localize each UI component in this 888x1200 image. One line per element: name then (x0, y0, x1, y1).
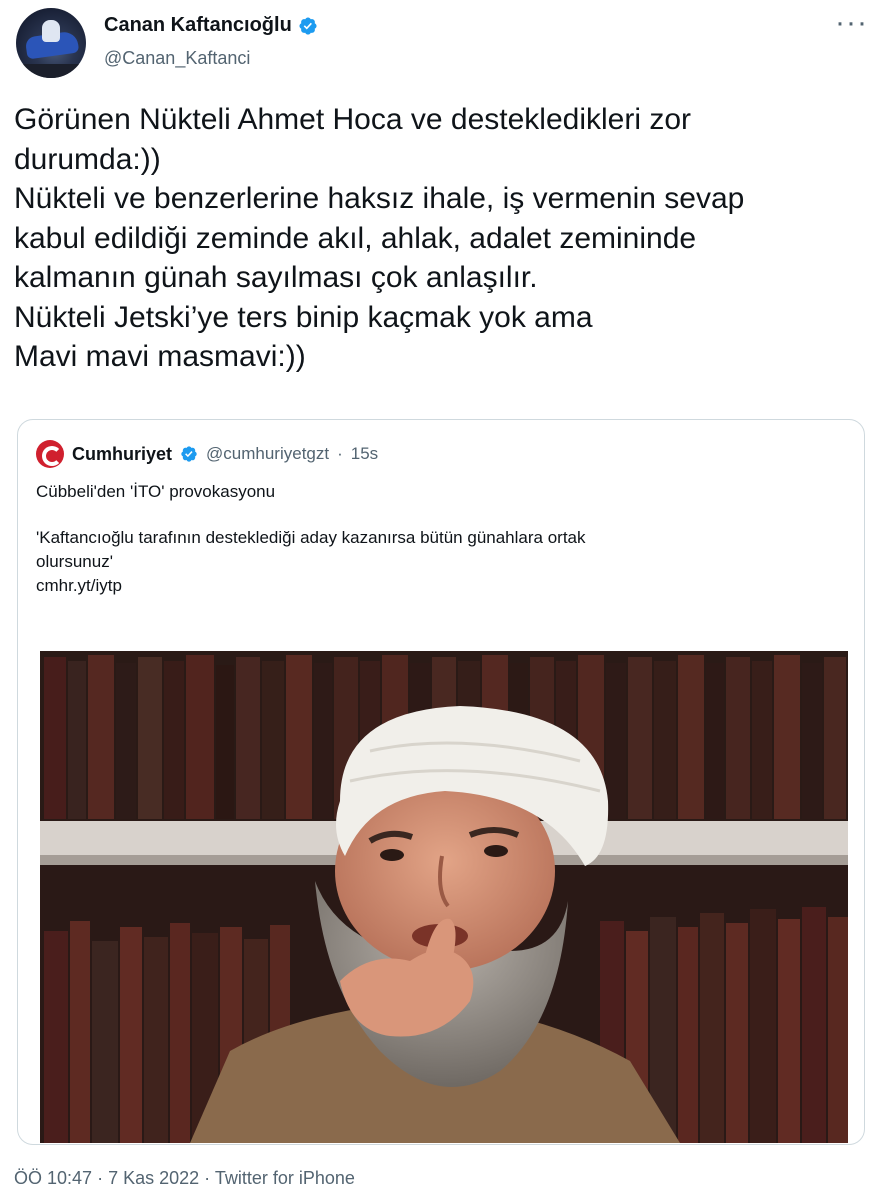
tweet-time[interactable]: ÖÖ 10:47 (14, 1168, 92, 1188)
tweet-line: kabul edildiği zeminde akıl, ahlak, adal… (14, 221, 697, 255)
verified-badge-icon (181, 446, 197, 462)
tweet-line: Nükteli Jetski’ye ters binip kaçmak yok … (14, 300, 593, 334)
quoted-tweet-photo[interactable] (40, 651, 848, 1143)
tweet-line: Nükteli ve benzerlerine haksız ihale, iş… (14, 182, 745, 215)
quoted-tweet-time: 15s (350, 444, 379, 463)
quoted-line: 'Kaftancıoğlu tarafının desteklediği ada… (36, 528, 586, 547)
quoted-author-handle: @cumhuriyetgzt (206, 444, 330, 463)
tweet-line: Mavi mavi masmavi:)) (14, 340, 306, 373)
quoted-author-name: Cumhuriyet (72, 443, 173, 464)
avatar-rider (42, 20, 60, 42)
quoted-tweet-text: Cübbeli'den 'İTO' provokasyonu 'Kaftancı… (36, 480, 846, 598)
tweet-line: kalmanın günah sayılması çok anlaşılır. (14, 261, 538, 294)
tweet-line: Görünen Nükteli Ahmet Hoca ve destekledi… (14, 103, 691, 136)
meta-separator: · (337, 444, 343, 463)
meta-separator: · (204, 1168, 211, 1188)
more-options-icon[interactable]: ··· (835, 8, 868, 38)
quoted-title: Cübbeli'den 'İTO' provokasyonu (36, 482, 276, 501)
tweet-source[interactable]: Twitter for iPhone (215, 1168, 355, 1188)
author-handle[interactable]: @Canan_Kaftanci (104, 48, 250, 69)
author-display-name[interactable]: Canan Kaftancıoğlu (104, 14, 292, 37)
author-avatar[interactable] (16, 8, 86, 78)
bookshelf-portrait-image (40, 651, 848, 1143)
meta-separator: · (97, 1168, 104, 1188)
quoted-link[interactable]: cmhr.yt/iytp (36, 574, 846, 598)
tweet-date[interactable]: 7 Kas 2022 (108, 1168, 199, 1188)
tweet-footer: ÖÖ 10:47 · 7 Kas 2022 · Twitter for iPho… (14, 1168, 355, 1189)
quoted-line: olursunuz' (36, 552, 113, 571)
quoted-tweet-card[interactable]: Cumhuriyet @cumhuriyetgzt · 15s Cübbeli'… (17, 419, 865, 1145)
tweet-text: Görünen Nükteli Ahmet Hoca ve destekledi… (14, 100, 874, 377)
verified-badge-icon (299, 16, 317, 35)
tweet-line: durumda:)) (14, 142, 161, 176)
tweet-header: Canan Kaftancıoğlu @Canan_Kaftanci ··· (14, 6, 874, 78)
avatar-ground (16, 64, 86, 78)
cumhuriyet-logo-icon (36, 440, 64, 468)
quoted-tweet-header: Cumhuriyet @cumhuriyetgzt · 15s (36, 440, 378, 468)
author-name-row: Canan Kaftancıoğlu (104, 14, 318, 37)
